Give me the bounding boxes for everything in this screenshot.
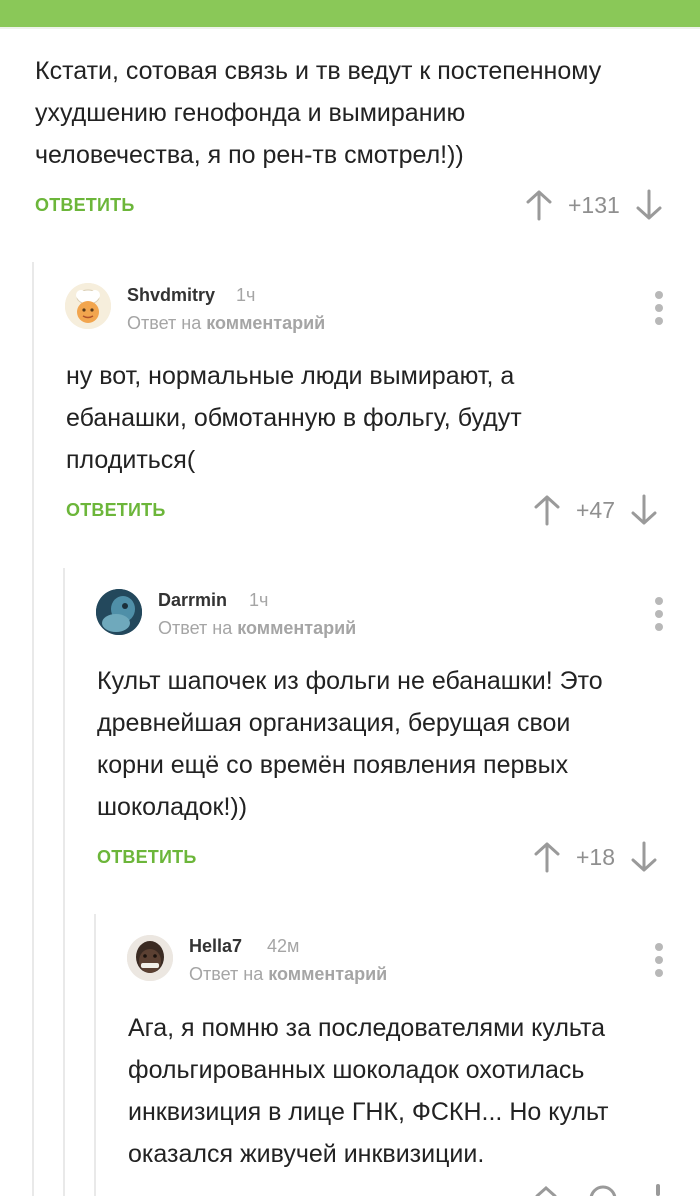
comment-time: 42м: [267, 936, 300, 956]
chef-cartoon-avatar-icon: [65, 283, 111, 329]
comment-time: 1ч: [249, 590, 269, 610]
avatar[interactable]: [127, 935, 173, 981]
thread-line: [63, 568, 65, 1196]
vote-controls: +47: [532, 490, 659, 530]
top-accent-bar: [0, 0, 700, 27]
more-options-icon[interactable]: [653, 943, 665, 977]
reply-to-meta: Ответ на комментарий: [189, 964, 388, 984]
comment-score: +18: [576, 843, 616, 870]
comment-time: 1ч: [236, 285, 256, 305]
upvote-arrow-icon[interactable]: [532, 841, 562, 873]
vote-controls: +131: [524, 185, 664, 225]
comment-score: +47: [576, 496, 616, 523]
reply-button[interactable]: ОТВЕТИТЬ: [35, 195, 134, 216]
reply-to-link[interactable]: комментарий: [237, 618, 356, 638]
person-photo-avatar-icon: [127, 935, 173, 981]
comment-text: Кстати, сотовая связь и тв ведут к посте…: [35, 57, 602, 169]
comment-text: Культ шапочек из фольги не ебанашки! Это…: [97, 667, 603, 821]
upvote-arrow-icon[interactable]: [534, 1186, 558, 1196]
upvote-arrow-icon[interactable]: [524, 189, 554, 221]
comment-text: ну вот, нормальные люди вымирают, а ебан…: [66, 362, 522, 474]
avatar[interactable]: [65, 283, 111, 329]
top-bar-shadow: [0, 27, 700, 29]
dark-photo-avatar-icon: [96, 589, 142, 635]
thread-line: [94, 914, 96, 1196]
reply-to-link[interactable]: комментарий: [206, 313, 325, 333]
reply-icon[interactable]: [588, 1184, 618, 1196]
reply-to-meta: Ответ на комментарий: [127, 313, 326, 333]
comment-author[interactable]: Shvdmitry: [127, 285, 215, 306]
reply-to-link[interactable]: комментарий: [268, 964, 387, 984]
more-options-icon[interactable]: [653, 597, 665, 631]
reply-button[interactable]: ОТВЕТИТЬ: [97, 847, 196, 868]
downvote-arrow-icon[interactable]: [634, 189, 664, 221]
downvote-arrow-icon[interactable]: [629, 494, 659, 526]
avatar[interactable]: [96, 589, 142, 635]
comment-author[interactable]: Hella7: [189, 936, 242, 957]
more-options-icon[interactable]: [653, 291, 665, 325]
thread-line: [32, 262, 34, 1196]
upvote-arrow-icon[interactable]: [532, 494, 562, 526]
downvote-arrow-icon[interactable]: [656, 1184, 660, 1196]
reply-button[interactable]: ОТВЕТИТЬ: [66, 500, 165, 521]
comment-score: +131: [568, 191, 620, 218]
comment-text: Ага, я помню за последователями культа ф…: [128, 1014, 609, 1168]
downvote-arrow-icon[interactable]: [629, 841, 659, 873]
reply-to-meta: Ответ на комментарий: [158, 618, 357, 638]
comment-author[interactable]: Darrmin: [158, 590, 227, 611]
vote-controls: +18: [532, 837, 659, 877]
